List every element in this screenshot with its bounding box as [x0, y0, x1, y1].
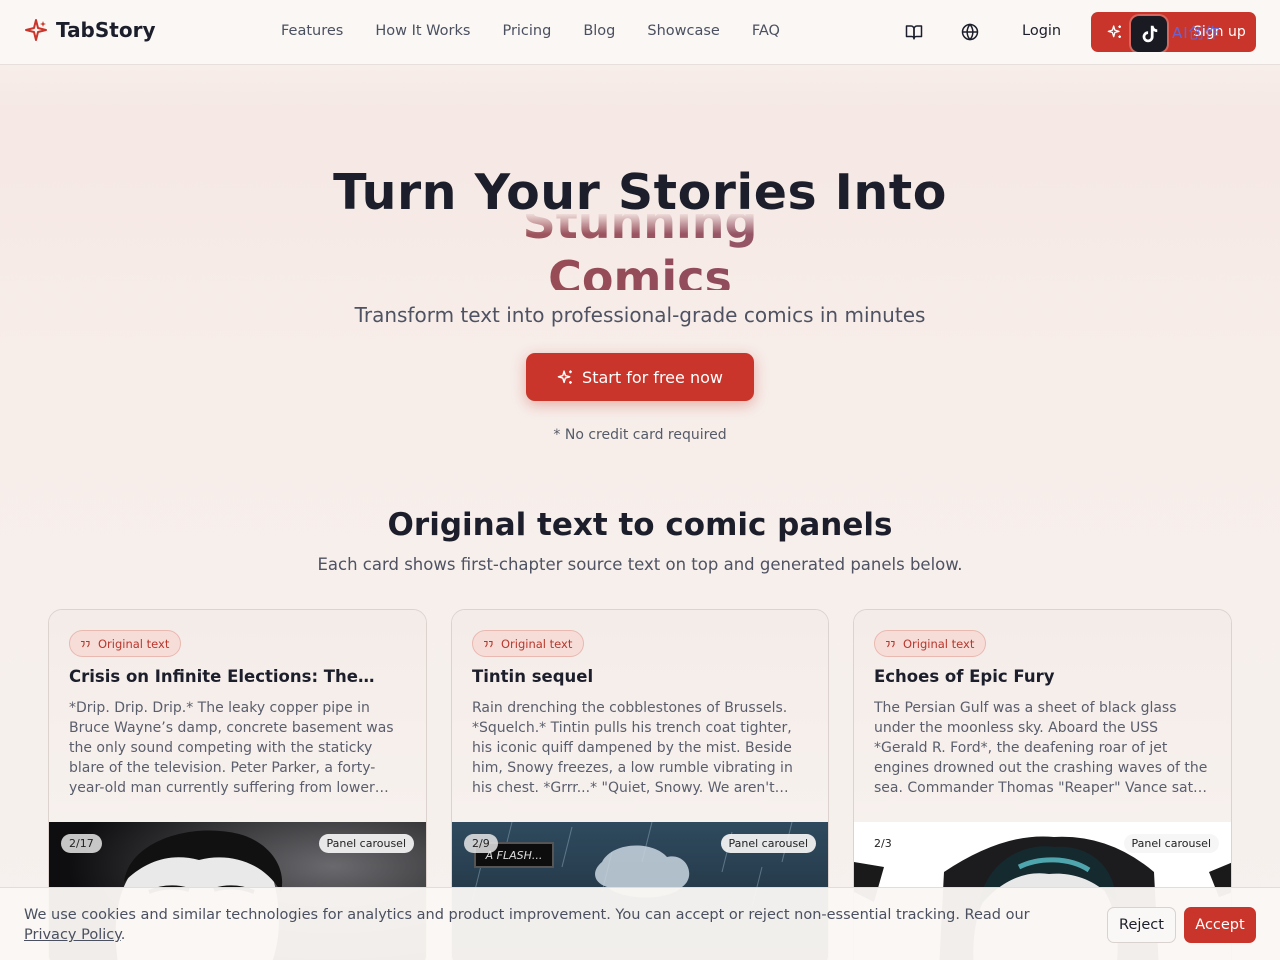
rolling-fade	[0, 214, 1280, 234]
nav-features[interactable]: Features	[281, 23, 343, 39]
start-free-button[interactable]: Start for free now	[526, 353, 754, 401]
hero-rolling-words: Stunning Comics	[0, 214, 1280, 290]
card-title: Echoes of Epic Fury	[874, 667, 1055, 686]
section-subtitle: Each card shows first-chapter source tex…	[317, 555, 963, 574]
top-nav-bar: TabStory Features How It Works Pricing B…	[0, 0, 1280, 65]
cookie-banner: We use cookies and similar technologies …	[0, 887, 1280, 960]
reject-button[interactable]: Reject	[1107, 907, 1176, 943]
globe-icon[interactable]	[959, 21, 981, 43]
section-title: Original text to comic panels	[387, 507, 893, 543]
badge-label: Original text	[903, 636, 975, 651]
start-free-label: Start for free now	[582, 367, 723, 387]
nav-faq[interactable]: FAQ	[752, 23, 780, 39]
no-credit-card-note: * No credit card required	[553, 427, 727, 443]
card-excerpt: *Drip. Drip. Drip.* The leaky copper pip…	[69, 700, 394, 796]
original-text-badge: Original text	[69, 630, 182, 657]
panel-carousel-label[interactable]: Panel carousel	[720, 834, 816, 853]
main-nav: Features How It Works Pricing Blog Showc…	[281, 23, 780, 39]
quote-icon	[886, 640, 895, 647]
sparkle-icon	[557, 369, 572, 384]
privacy-policy-link[interactable]: Privacy Policy	[24, 927, 121, 943]
card-excerpt: Rain drenching the cobblestones of Bruss…	[472, 700, 793, 796]
login-link[interactable]: Login	[1022, 23, 1061, 39]
cookie-message: We use cookies and similar technologies …	[24, 905, 1074, 945]
floating-app-label: AI创作	[1172, 24, 1221, 42]
cookie-text-end: .	[120, 927, 126, 943]
hero-title: Turn Your Stories Into	[333, 164, 947, 221]
sparkle-logo-icon	[25, 19, 47, 41]
music-note-icon	[1142, 25, 1158, 43]
sparkle-icon	[1107, 25, 1121, 38]
book-icon[interactable]	[903, 21, 925, 43]
panel-carousel-label[interactable]: Panel carousel	[1123, 834, 1219, 853]
panel-carousel-label[interactable]: Panel carousel	[318, 834, 414, 853]
card-title: Crisis on Infinite Elections: The…	[69, 667, 375, 686]
original-text-badge: Original text	[472, 630, 585, 657]
cookie-text: We use cookies and similar technologies …	[24, 907, 1030, 923]
nav-blog[interactable]: Blog	[583, 23, 615, 39]
hero-word-2: Comics	[0, 252, 1280, 290]
card-title: Tintin sequel	[472, 667, 594, 686]
badge-label: Original text	[98, 636, 170, 651]
quote-icon	[484, 640, 493, 647]
logo[interactable]: TabStory	[24, 18, 155, 42]
nav-how-it-works[interactable]: How It Works	[375, 23, 470, 39]
panel-counter: 2/3	[866, 834, 900, 853]
original-text-badge: Original text	[874, 630, 987, 657]
nav-pricing[interactable]: Pricing	[502, 23, 551, 39]
quote-icon	[81, 640, 90, 647]
logo-text: TabStory	[56, 18, 156, 42]
accept-button[interactable]: Accept	[1184, 907, 1256, 943]
card-excerpt: The Persian Gulf was a sheet of black gl…	[874, 700, 1208, 796]
panel-counter: 2/17	[61, 834, 102, 853]
floating-app-badge[interactable]	[1131, 16, 1167, 52]
hero-subtitle: Transform text into professional-grade c…	[354, 303, 926, 327]
badge-label: Original text	[501, 636, 573, 651]
panel-counter: 2/9	[464, 834, 498, 853]
nav-showcase[interactable]: Showcase	[647, 23, 719, 39]
